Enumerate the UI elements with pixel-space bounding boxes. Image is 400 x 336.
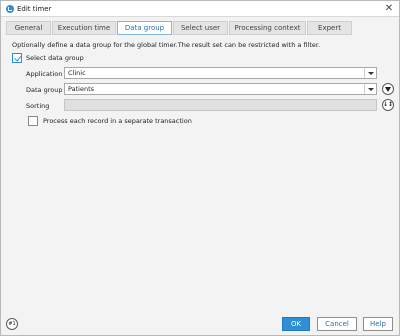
data-group-select[interactable]: Patients xyxy=(64,83,377,95)
sorting-label: Sorting xyxy=(26,102,50,110)
ok-button[interactable]: OK xyxy=(282,317,310,331)
cancel-button[interactable]: Cancel xyxy=(317,317,357,331)
description-text: Optionally define a data group for the g… xyxy=(12,41,321,49)
tab-processing-context[interactable]: Processing context xyxy=(229,21,306,35)
filter-icon[interactable] xyxy=(382,83,394,95)
close-icon[interactable]: ✕ xyxy=(383,3,395,15)
select-data-group-label: Select data group xyxy=(26,54,84,62)
data-group-label: Data group xyxy=(26,86,63,94)
sorting-field xyxy=(64,99,377,111)
tab-execution-time[interactable]: Execution time xyxy=(52,21,116,35)
sort-icon[interactable]: ↓↕ xyxy=(382,99,394,111)
chevron-down-icon[interactable] xyxy=(364,68,376,78)
window-title: Edit timer xyxy=(17,5,52,13)
tab-select-user[interactable]: Select user xyxy=(173,21,228,35)
data-group-panel: Optionally define a data group for the g… xyxy=(6,35,394,305)
chevron-down-icon[interactable] xyxy=(364,84,376,94)
application-label: Application xyxy=(26,70,63,78)
data-group-value: Patients xyxy=(68,85,95,93)
title-bar: Edit timer ✕ xyxy=(1,1,399,17)
app-timer-icon xyxy=(6,5,14,13)
tab-expert[interactable]: Expert xyxy=(307,21,352,35)
separate-transaction-checkbox[interactable] xyxy=(28,116,38,126)
application-value: Clinic xyxy=(68,69,86,77)
tab-general[interactable]: General xyxy=(6,21,51,35)
details-icon[interactable]: #1 xyxy=(6,318,18,330)
separate-transaction-label: Process each record in a separate transa… xyxy=(43,117,192,125)
tab-data-group[interactable]: Data group xyxy=(117,21,172,35)
help-button[interactable]: Help xyxy=(363,317,393,331)
edit-timer-dialog: Edit timer ✕ General Execution time Data… xyxy=(0,0,400,336)
select-data-group-checkbox[interactable] xyxy=(12,53,22,63)
application-select[interactable]: Clinic xyxy=(64,67,377,79)
